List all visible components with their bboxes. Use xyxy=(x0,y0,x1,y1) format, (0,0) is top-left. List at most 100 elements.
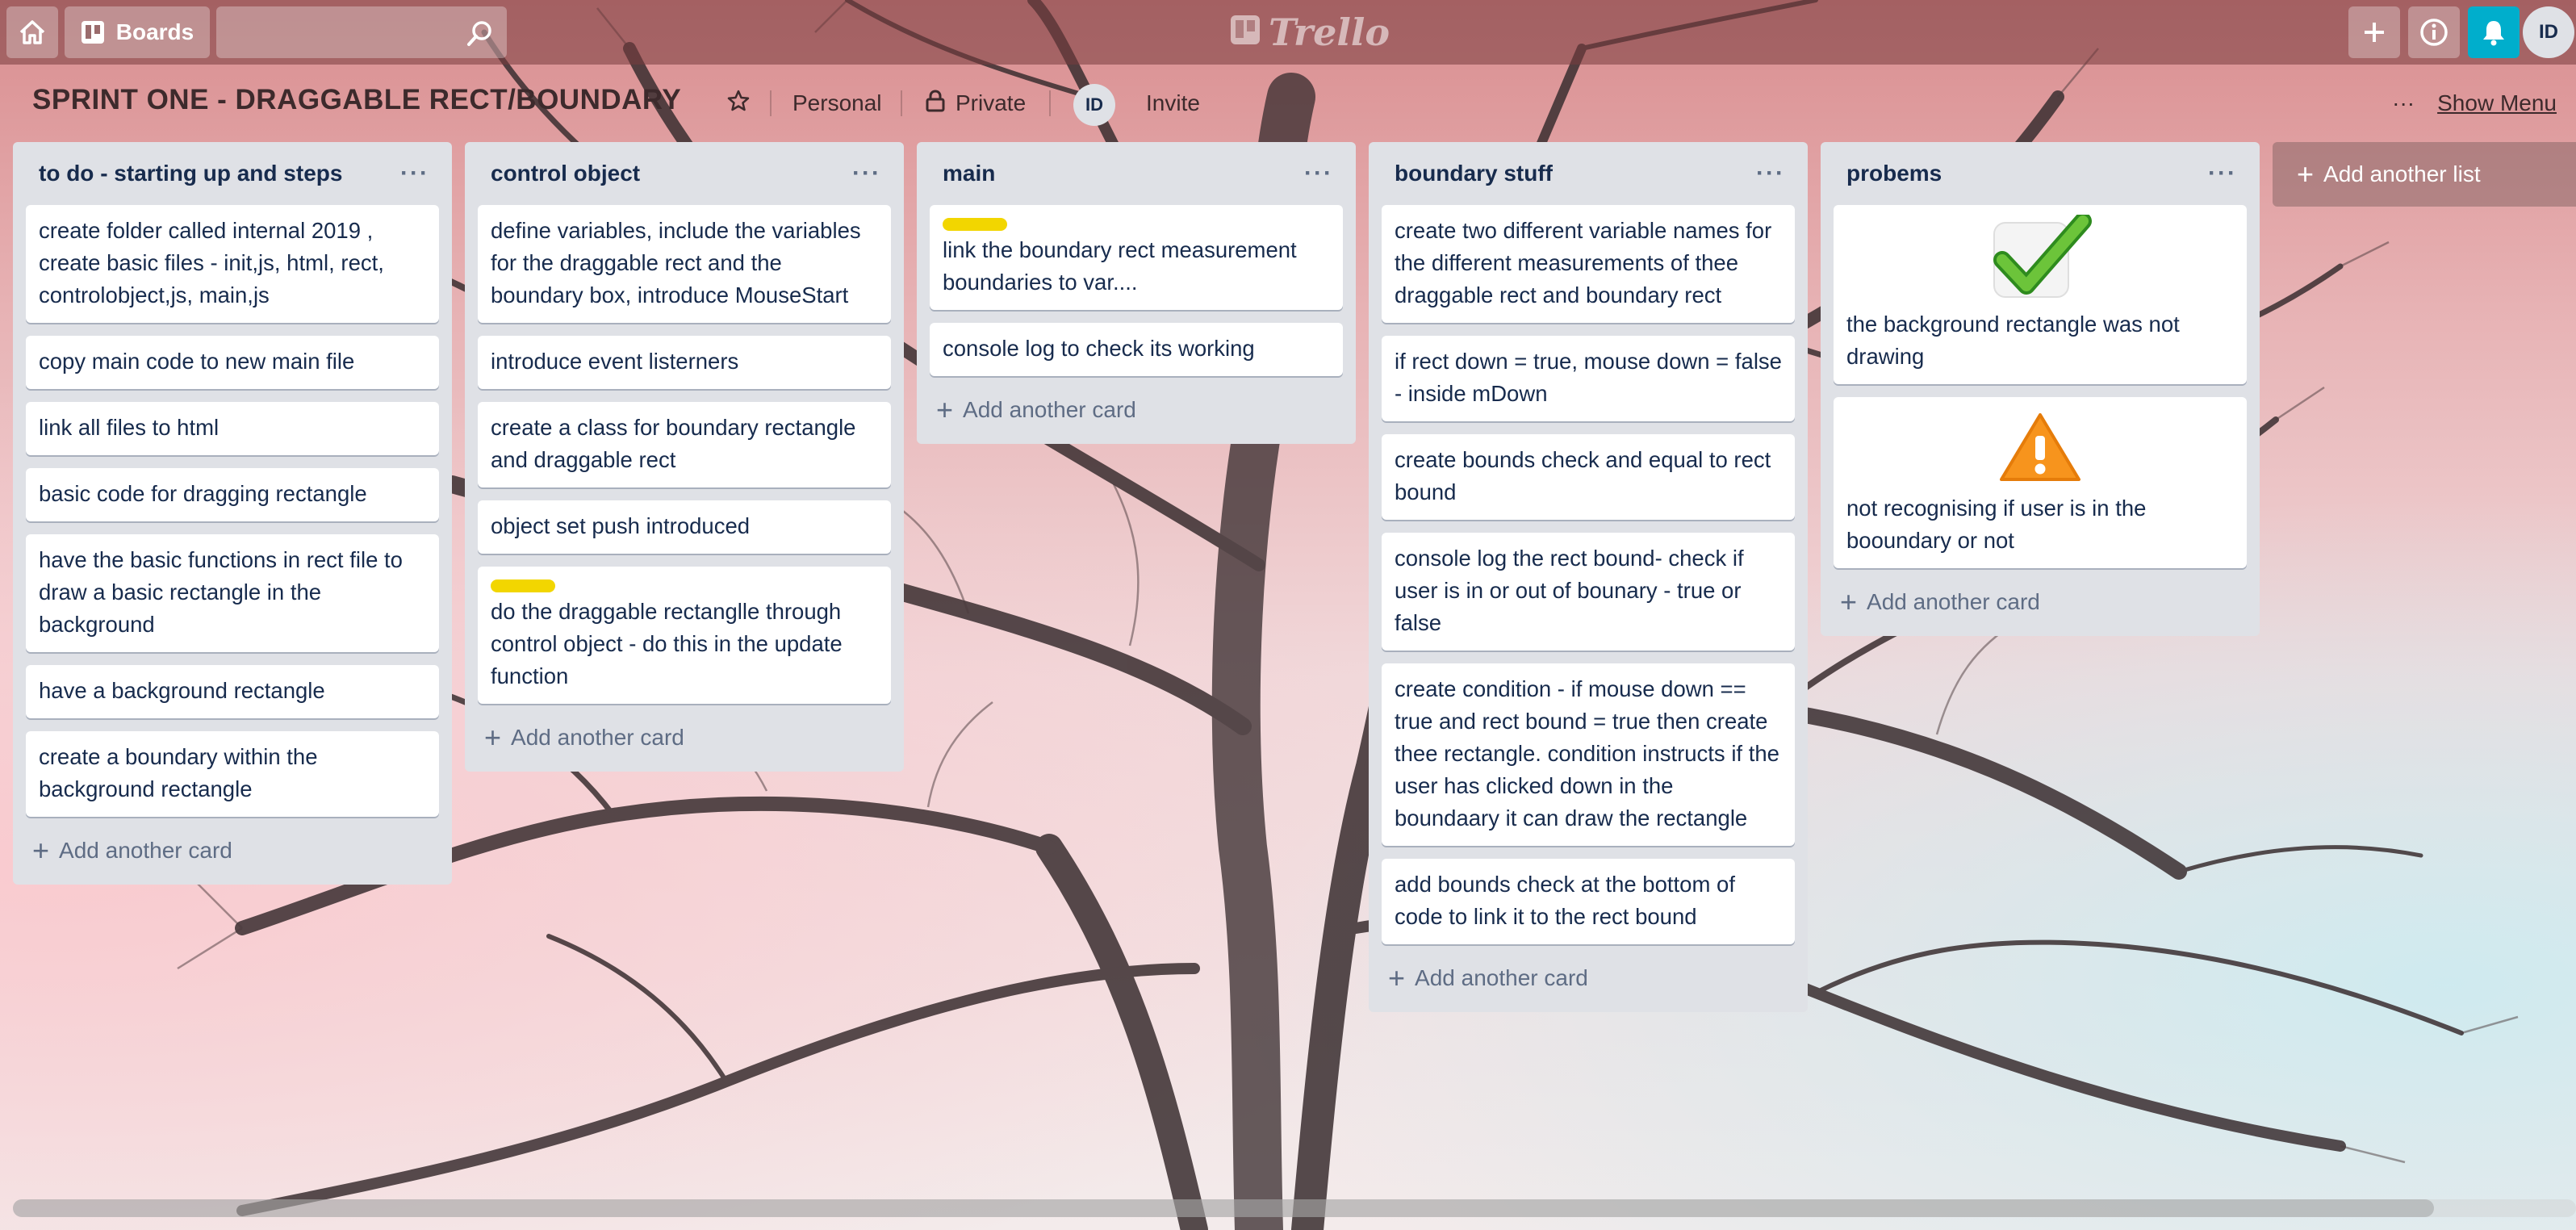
card[interactable]: do the draggable rectanglle through cont… xyxy=(478,567,891,704)
card-title: basic code for dragging rectangle xyxy=(39,481,367,506)
plus-icon: + xyxy=(936,393,954,426)
top-header: Boards Trello ID xyxy=(0,0,2576,65)
search-icon[interactable] xyxy=(466,19,494,51)
card-title: object set push introduced xyxy=(491,513,751,538)
home-icon xyxy=(19,19,46,45)
card[interactable]: create a class for boundary rectangle an… xyxy=(478,402,891,487)
card-title: introduce event listerners xyxy=(491,349,739,374)
add-list-label: Add another list xyxy=(2323,161,2481,186)
invite-button[interactable]: Invite xyxy=(1146,82,1200,124)
create-button[interactable] xyxy=(2348,6,2400,58)
add-card-button[interactable]: + Add another card xyxy=(478,717,891,759)
list[interactable]: boundary stuff ··· create two different va… xyxy=(1369,142,1808,1012)
list-title[interactable]: boundary stuff xyxy=(1395,161,1553,186)
lock-icon xyxy=(925,89,946,118)
card[interactable]: link all files to html xyxy=(26,402,439,455)
plus-icon: + xyxy=(2297,157,2315,190)
card-title: if rect down = true, mouse down = false … xyxy=(1395,349,1782,406)
card-title: create a class for boundary rectangle an… xyxy=(491,415,856,472)
card[interactable]: introduce event listerners xyxy=(478,336,891,389)
invite-label: Invite xyxy=(1146,90,1200,115)
card-title: create a boundary within the background … xyxy=(39,744,318,801)
board-header: SPRINT ONE - DRAGGABLE RECT/BOUNDARY Per… xyxy=(0,77,2576,129)
card[interactable]: not recognising if user is in the boound… xyxy=(1834,397,2247,568)
card[interactable]: basic code for dragging rectangle xyxy=(26,468,439,521)
card-title: the background rectangle was not drawing xyxy=(1846,312,2180,369)
info-button[interactable] xyxy=(2408,6,2460,58)
card[interactable]: console log the rect bound- check if use… xyxy=(1382,533,1795,651)
list-menu-icon[interactable]: ··· xyxy=(2208,160,2237,187)
card[interactable]: create folder called internal 2019 , cre… xyxy=(26,205,439,323)
list-title[interactable]: probems xyxy=(1846,161,1942,186)
list[interactable]: to do - starting up and steps ··· create f… xyxy=(13,142,452,885)
list-menu-icon[interactable]: ··· xyxy=(852,160,881,187)
card-title: create folder called internal 2019 , cre… xyxy=(39,218,384,308)
card-title: do the draggable rectanglle through cont… xyxy=(491,599,843,688)
plus-icon xyxy=(2362,20,2386,44)
plus-icon: + xyxy=(1840,585,1858,618)
add-card-button[interactable]: + Add another card xyxy=(1834,581,2247,623)
user-avatar[interactable]: ID xyxy=(2523,6,2574,58)
trello-logo[interactable]: Trello xyxy=(1230,8,1390,56)
show-menu-button[interactable]: ··· Show Menu xyxy=(2392,84,2557,123)
team-label: Personal xyxy=(792,90,882,115)
card-title: console log the rect bound- check if use… xyxy=(1395,546,1744,635)
card-label-yellow[interactable] xyxy=(491,579,555,592)
list-title[interactable]: control object xyxy=(491,161,640,186)
list-menu-icon[interactable]: ··· xyxy=(1304,160,1333,187)
card[interactable]: create condition - if mouse down == true… xyxy=(1382,663,1795,846)
plus-icon: + xyxy=(1388,961,1406,994)
card[interactable]: create two different variable names for … xyxy=(1382,205,1795,323)
home-button[interactable] xyxy=(6,6,58,58)
add-list-button[interactable]: + Add another list xyxy=(2273,142,2576,207)
list-title[interactable]: main xyxy=(943,161,995,186)
card[interactable]: link the boundary rect measurement bound… xyxy=(930,205,1343,310)
plus-icon: + xyxy=(32,834,50,867)
divider xyxy=(901,90,902,116)
member-avatar[interactable]: ID xyxy=(1073,84,1115,126)
card[interactable]: the background rectangle was not drawing xyxy=(1834,205,2247,384)
add-card-button[interactable]: + Add another card xyxy=(1382,957,1795,999)
card[interactable]: if rect down = true, mouse down = false … xyxy=(1382,336,1795,421)
search-input[interactable] xyxy=(216,6,507,58)
notifications-button[interactable] xyxy=(2468,6,2520,58)
list[interactable]: probems ··· the background rectangle was n… xyxy=(1821,142,2260,636)
card[interactable]: add bounds check at the bottom of code t… xyxy=(1382,859,1795,944)
list-header: control object ··· xyxy=(478,142,891,205)
add-card-label: Add another card xyxy=(963,397,1136,422)
checkmark-icon xyxy=(1846,215,2234,303)
warning-icon xyxy=(1846,407,2234,487)
card[interactable]: have a background rectangle xyxy=(26,665,439,718)
list-header: main ··· xyxy=(930,142,1343,205)
card[interactable]: create a boundary within the background … xyxy=(26,731,439,817)
add-card-button[interactable]: + Add another card xyxy=(930,389,1343,431)
visibility-label: Private xyxy=(956,90,1027,115)
list-menu-icon[interactable]: ··· xyxy=(1756,160,1785,187)
star-button[interactable] xyxy=(726,82,751,124)
boards-button[interactable]: Boards xyxy=(65,6,210,58)
list-header: to do - starting up and steps ··· xyxy=(26,142,439,205)
horizontal-scrollbar[interactable] xyxy=(13,1199,2576,1217)
card[interactable]: console log to check its working xyxy=(930,323,1343,376)
card[interactable]: copy main code to new main file xyxy=(26,336,439,389)
card[interactable]: have the basic functions in rect file to… xyxy=(26,534,439,652)
visibility-button[interactable]: Private xyxy=(925,82,1026,124)
card[interactable]: create bounds check and equal to rect bo… xyxy=(1382,434,1795,520)
scrollbar-thumb[interactable] xyxy=(13,1199,2434,1217)
more-icon: ··· xyxy=(2392,90,2415,115)
team-button[interactable]: Personal xyxy=(792,82,882,124)
list[interactable]: main ··· link the boundary rect measuremen… xyxy=(917,142,1356,444)
board-title[interactable]: SPRINT ONE - DRAGGABLE RECT/BOUNDARY xyxy=(32,84,681,116)
add-card-button[interactable]: + Add another card xyxy=(26,830,439,872)
star-icon xyxy=(726,89,751,119)
list-title[interactable]: to do - starting up and steps xyxy=(39,161,342,186)
list[interactable]: control object ··· define variables, inclu… xyxy=(465,142,904,772)
list-header: boundary stuff ··· xyxy=(1382,142,1795,205)
card-label-yellow[interactable] xyxy=(943,218,1007,231)
card[interactable]: object set push introduced xyxy=(478,500,891,554)
list-menu-icon[interactable]: ··· xyxy=(400,160,429,187)
add-card-label: Add another card xyxy=(59,838,232,863)
card-title: create condition - if mouse down == true… xyxy=(1395,676,1779,830)
card[interactable]: define variables, include the variables … xyxy=(478,205,891,323)
plus-icon: + xyxy=(484,721,502,754)
